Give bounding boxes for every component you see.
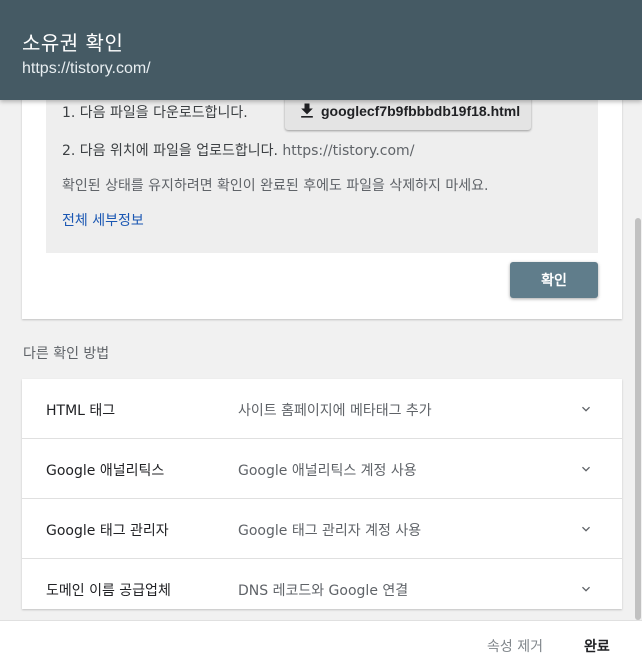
method-name: Google 태그 관리자	[46, 523, 169, 539]
method-domain-provider[interactable]: 도메인 이름 공급업체 DNS 레코드와 Google 연결	[22, 559, 622, 609]
step-upload-label: 2. 다음 위치에 파일을 업로드합니다. https://tistory.co…	[62, 140, 414, 160]
method-html-tag[interactable]: HTML 태그 사이트 홈페이지에 메타태그 추가	[22, 379, 622, 439]
chevron-down-icon[interactable]	[578, 521, 594, 537]
other-methods-heading: 다른 확인 방법	[23, 346, 110, 362]
method-description: 사이트 홈페이지에 메타태그 추가	[238, 403, 432, 419]
method-name: 도메인 이름 공급업체	[46, 583, 171, 599]
method-google-analytics[interactable]: Google 애널리틱스 Google 애널리틱스 계정 사용	[22, 439, 622, 499]
scrollbar-thumb[interactable]	[635, 218, 641, 620]
remove-property-button[interactable]: 속성 제거	[487, 636, 543, 656]
method-description: DNS 레코드와 Google 연결	[238, 583, 409, 599]
download-icon	[301, 103, 313, 118]
method-description: Google 애널리틱스 계정 사용	[238, 463, 417, 479]
full-details-link[interactable]: 전체 세부정보	[62, 210, 144, 230]
chevron-down-icon[interactable]	[578, 581, 594, 597]
step-download-label: 1. 다음 파일을 다운로드합니다.	[62, 105, 248, 121]
dialog-header: 소유권 확인 https://tistory.com/	[0, 0, 642, 100]
method-name: HTML 태그	[46, 403, 116, 419]
other-methods-list: HTML 태그 사이트 홈페이지에 메타태그 추가 Google 애널리틱스 G…	[22, 379, 622, 609]
upload-location-url: https://tistory.com/	[282, 143, 415, 159]
keep-file-note: 확인된 상태를 유지하려면 확인이 완료된 후에도 파일을 삭제하지 마세요.	[62, 178, 489, 194]
done-button[interactable]: 완료	[584, 636, 610, 656]
dialog-footer: 속성 제거 완료	[0, 620, 642, 668]
dialog-title: 소유권 확인	[22, 31, 124, 55]
chevron-down-icon[interactable]	[578, 401, 594, 417]
verify-button[interactable]: 확인	[510, 262, 598, 298]
method-name: Google 애널리틱스	[46, 463, 165, 479]
download-file-name: googlecf7b9fbbbdb19f18.html	[321, 103, 521, 119]
method-google-tag-manager[interactable]: Google 태그 관리자 Google 태그 관리자 계정 사용	[22, 499, 622, 559]
step-upload-text: 2. 다음 위치에 파일을 업로드합니다.	[62, 143, 278, 159]
chevron-down-icon[interactable]	[578, 461, 594, 477]
method-description: Google 태그 관리자 계정 사용	[238, 523, 422, 539]
property-url: https://tistory.com/	[22, 60, 151, 77]
